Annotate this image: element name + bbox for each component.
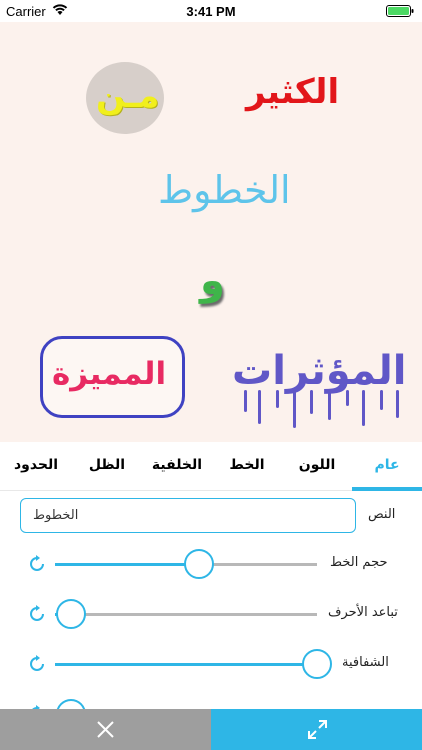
tab-font[interactable]: الخط	[212, 442, 282, 488]
sticker-waw[interactable]: و	[200, 258, 225, 304]
slider-thumb[interactable]	[184, 549, 215, 579]
settings-panel: النص حجم الخط تباعد الأحرف الشفافية	[0, 491, 422, 709]
drip-effect	[244, 390, 399, 428]
status-bar: Carrier 3:41 PM	[0, 0, 422, 22]
slider-fill	[55, 663, 317, 666]
property-tabs: عام اللون الخط الخلفية الظل الحدود	[0, 442, 422, 491]
tab-color[interactable]: اللون	[282, 442, 352, 488]
slider-track[interactable]	[55, 663, 317, 666]
tab-background[interactable]: الخلفية	[142, 442, 212, 488]
slider-track[interactable]	[55, 613, 317, 616]
sticker-muamizza[interactable]: المميزة	[52, 356, 166, 392]
slider-fill	[55, 563, 200, 566]
sticker-min[interactable]: مـن	[96, 76, 159, 116]
slider-thumb[interactable]	[55, 699, 86, 709]
slider-label: تباعد الأحرف	[328, 605, 398, 620]
tab-general[interactable]: عام	[352, 442, 422, 488]
bottom-action-bar	[0, 709, 422, 750]
battery-icon	[386, 5, 414, 17]
reset-icon[interactable]	[27, 554, 47, 574]
text-field-label: النص	[368, 507, 396, 522]
close-icon	[97, 721, 114, 738]
reset-icon[interactable]	[27, 654, 47, 674]
sticker-kathir[interactable]: الكثير	[246, 72, 339, 112]
tab-border[interactable]: الحدود	[0, 442, 72, 488]
expand-button[interactable]	[211, 709, 422, 750]
design-canvas[interactable]: الكثير مـن الخطوط و المميزة المؤثرات	[0, 22, 422, 442]
sticker-khutut[interactable]: الخطوط	[158, 168, 291, 212]
sticker-muaththirat[interactable]: المؤثرات	[232, 348, 406, 394]
tab-shadow[interactable]: الظل	[72, 442, 142, 488]
slider-thumb[interactable]	[302, 649, 332, 679]
clock: 3:41 PM	[186, 4, 236, 19]
slider-label: حجم الخط	[330, 555, 388, 570]
reset-icon[interactable]	[27, 604, 47, 624]
slider-label: الشفافية	[342, 655, 389, 670]
close-button[interactable]	[0, 709, 211, 750]
expand-icon	[308, 720, 327, 739]
text-input[interactable]	[20, 498, 356, 533]
slider-thumb[interactable]	[55, 599, 86, 629]
